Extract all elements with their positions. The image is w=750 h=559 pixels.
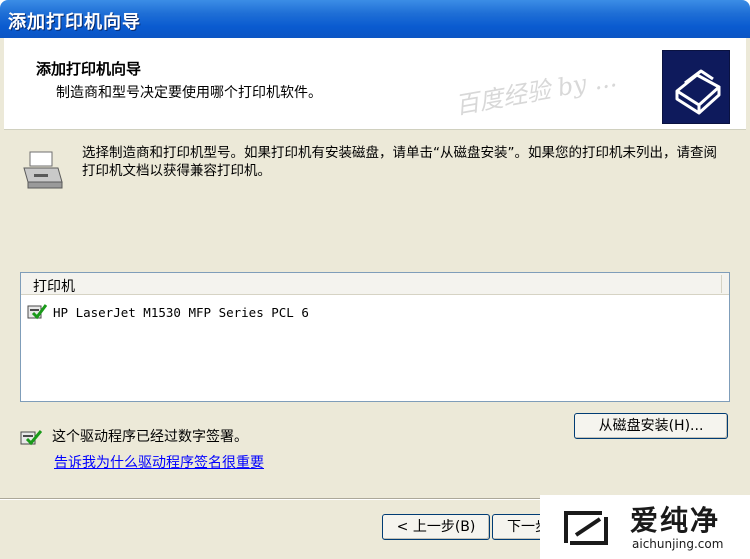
printer-model-label: HP LaserJet M1530 MFP Series PCL 6 — [49, 303, 313, 321]
window-title: 添加打印机向导 — [8, 12, 141, 33]
site-logo: 爱纯净 aichunjing.com — [540, 495, 750, 559]
title-bar[interactable]: 添加打印机向导 — [0, 0, 750, 38]
logo-url: aichunjing.com — [632, 537, 724, 551]
logo-mark-icon — [564, 511, 608, 545]
header-title: 添加打印机向导 — [36, 60, 142, 78]
header-subtitle: 制造商和型号决定要使用哪个打印机软件。 — [56, 85, 322, 101]
printer-list-item[interactable]: HP LaserJet M1530 MFP Series PCL 6 — [27, 301, 371, 323]
signature-text: 这个驱动程序已经过数字签署。 — [52, 429, 248, 445]
column-header-printer: 打印机 — [33, 279, 75, 295]
signed-driver-icon — [20, 430, 42, 446]
watermark: 百度经验 by ... — [453, 64, 619, 120]
printer-wizard-icon — [662, 50, 730, 124]
wizard-header: 添加打印机向导 制造商和型号决定要使用哪个打印机软件。 百度经验 by ... — [4, 38, 746, 130]
signature-info-link[interactable]: 告诉我为什么驱动程序签名很重要 — [54, 452, 264, 472]
intro-text: 选择制造商和打印机型号。如果打印机有安装磁盘，请单击“从磁盘安装”。如果您的打印… — [82, 145, 717, 179]
column-divider — [721, 275, 723, 293]
back-button[interactable]: < 上一步(B) — [382, 514, 490, 540]
logo-name: 爱纯净 — [630, 504, 721, 537]
signed-driver-check-icon — [27, 304, 47, 320]
printer-icon — [23, 151, 63, 189]
have-disk-button[interactable]: 从磁盘安装(H)... — [574, 413, 728, 439]
printer-list-header[interactable]: 打印机 — [21, 273, 729, 295]
printer-list[interactable]: 打印机 HP LaserJet M1530 MFP Series PCL 6 — [20, 272, 730, 402]
